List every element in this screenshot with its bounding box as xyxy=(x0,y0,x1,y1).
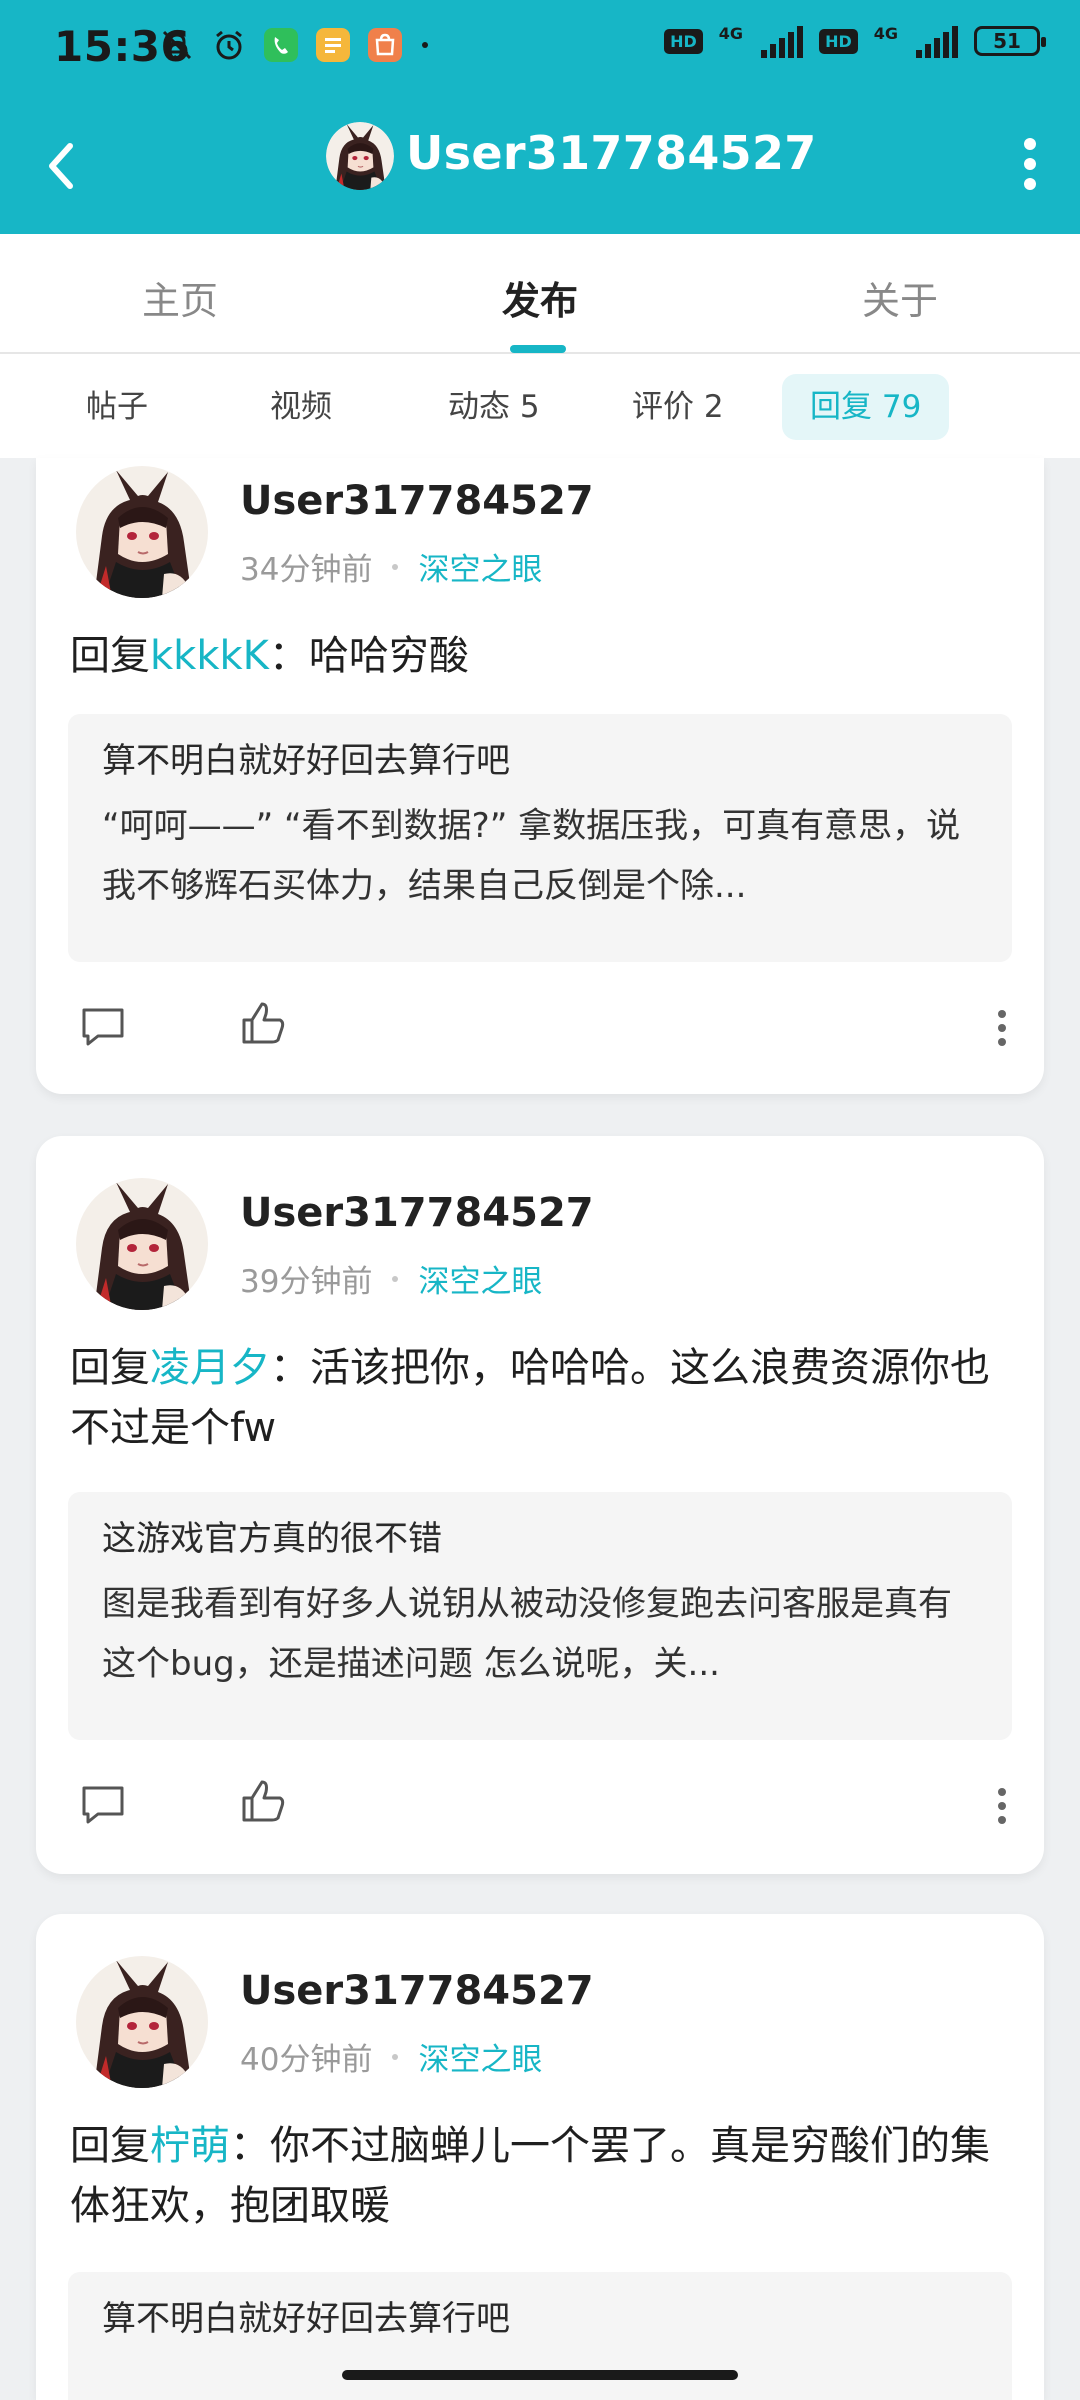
reply-prefix: 回复 xyxy=(70,2123,150,2169)
username[interactable]: User317784527 xyxy=(240,1968,594,2014)
quoted-title: 算不明白就好好回去算行吧 xyxy=(102,2299,510,2339)
avatar[interactable] xyxy=(76,1956,208,2088)
hd-badge-1: HD xyxy=(664,28,703,54)
post-meta: 34分钟前 深空之眼 xyxy=(240,544,542,589)
reply-card[interactable]: User317784527 40分钟前 深空之眼 回复柠萌：你不过脑蝉儿一个罢了… xyxy=(36,1914,1044,2400)
notification-icons xyxy=(160,28,430,62)
meta-separator xyxy=(392,2053,399,2060)
subtab-replies[interactable]: 回复 79 xyxy=(782,374,950,440)
phone-app-icon xyxy=(264,28,298,62)
content-filter-tabs: 帖子 视频 动态 5 评价 2 回复 79 xyxy=(0,354,1080,458)
nav-bar: User317784527 xyxy=(0,98,1080,234)
subtab-threads[interactable]: 帖子 xyxy=(58,374,176,440)
subtab-videos[interactable]: 视频 xyxy=(242,374,360,440)
avatar[interactable] xyxy=(76,1178,208,1310)
reply-card[interactable]: User317784527 39分钟前 深空之眼 回复凌月夕：活该把你，哈哈哈。… xyxy=(36,1136,1044,1874)
tab-posts[interactable]: 发布 xyxy=(502,270,578,325)
profile-title: User317784527 xyxy=(406,126,817,180)
comment-icon[interactable] xyxy=(78,1780,128,1830)
active-tab-indicator xyxy=(510,345,566,353)
quoted-title: 算不明白就好好回去算行吧 xyxy=(102,741,510,781)
reply-card[interactable]: User317784527 34分钟前 深空之眼 回复kkkkK：哈哈穷酸 算不… xyxy=(36,458,1044,1094)
mention-link[interactable]: 凌月夕 xyxy=(150,1345,270,1391)
reply-text: 回复kkkkK：哈哈穷酸 xyxy=(70,626,1010,686)
subtab-reviews[interactable]: 评价 2 xyxy=(604,374,752,440)
header-avatar[interactable] xyxy=(326,122,394,190)
reply-text: 回复凌月夕：活该把你，哈哈哈。这么浪费资源你也不过是个fw xyxy=(70,1338,1010,1458)
comment-icon[interactable] xyxy=(78,1002,128,1052)
reply-body: ：哈哈穷酸 xyxy=(268,633,469,679)
username[interactable]: User317784527 xyxy=(240,1190,594,1236)
like-icon[interactable] xyxy=(238,998,288,1048)
quoted-post[interactable]: 算不明白就好好回去算行吧 “呵呵——” “看不到数据?” 拿数据压我，可真有意思… xyxy=(68,714,1012,962)
post-time: 39分钟前 xyxy=(240,1264,373,1300)
quoted-post[interactable]: 算不明白就好好回去算行吧 xyxy=(68,2272,1012,2400)
quoted-post[interactable]: 这游戏官方真的很不错 图是我看到有好多人说钥从被动没修复跑去问客服是真有这个bu… xyxy=(68,1492,1012,1740)
more-vertical-icon[interactable] xyxy=(1020,134,1040,194)
quoted-title: 这游戏官方真的很不错 xyxy=(102,1519,442,1559)
back-arrow-icon[interactable] xyxy=(40,134,84,198)
network-type-1: 4G xyxy=(718,24,744,43)
app-header: 15:36 HD 4G HD 4G 51 User317784527 xyxy=(0,0,1080,234)
circle-link[interactable]: 深空之眼 xyxy=(418,544,542,589)
more-notifications-dot-icon xyxy=(422,42,428,48)
quoted-excerpt: 图是我看到有好多人说钥从被动没修复跑去问客服是真有这个bug，还是描述问题 怎么… xyxy=(102,1584,952,1684)
profile-tabs: 主页 发布 关于 xyxy=(0,234,1080,354)
reply-text: 回复柠萌：你不过脑蝉儿一个罢了。真是穷酸们的集体狂欢，抱团取暖 xyxy=(70,2116,1010,2236)
hd-badge-2: HD xyxy=(819,28,858,54)
shop-app-icon xyxy=(368,28,402,62)
network-type-2: 4G xyxy=(873,24,898,43)
signal-icon-1 xyxy=(761,24,804,58)
circle-link[interactable]: 深空之眼 xyxy=(418,1256,542,1301)
post-meta: 39分钟前 深空之眼 xyxy=(240,1256,542,1301)
reply-prefix: 回复 xyxy=(70,633,150,679)
notes-app-icon xyxy=(316,28,350,62)
card-more-icon[interactable] xyxy=(996,1008,1008,1048)
meta-separator xyxy=(392,563,399,570)
meta-separator xyxy=(392,1275,399,1282)
circle-link[interactable]: 深空之眼 xyxy=(418,2034,542,2079)
like-icon[interactable] xyxy=(238,1776,288,1826)
post-meta: 40分钟前 深空之眼 xyxy=(240,2034,542,2079)
tab-home[interactable]: 主页 xyxy=(142,270,218,325)
status-bar: 15:36 HD 4G HD 4G 51 xyxy=(0,0,1080,98)
status-right: HD 4G HD 4G 51 xyxy=(664,24,1046,58)
reply-prefix: 回复 xyxy=(70,1345,150,1391)
post-time: 40分钟前 xyxy=(240,2042,373,2078)
bell-off-icon xyxy=(162,30,192,60)
signal-icon-2 xyxy=(916,24,958,58)
quoted-excerpt: “呵呵——” “看不到数据?” 拿数据压我，可真有意思，说我不够辉石买体力，结果… xyxy=(102,806,961,906)
mention-link[interactable]: 柠萌 xyxy=(150,2123,230,2169)
mention-link[interactable]: kkkkK xyxy=(150,633,269,679)
avatar[interactable] xyxy=(76,466,208,598)
alarm-icon xyxy=(216,30,242,60)
battery-icon: 51 xyxy=(974,26,1046,56)
post-time: 34分钟前 xyxy=(240,552,373,588)
card-more-icon[interactable] xyxy=(996,1786,1008,1826)
home-indicator[interactable] xyxy=(342,2370,738,2380)
username[interactable]: User317784527 xyxy=(240,478,594,524)
tab-about[interactable]: 关于 xyxy=(862,270,938,325)
subtab-moments[interactable]: 动态 5 xyxy=(420,374,568,440)
